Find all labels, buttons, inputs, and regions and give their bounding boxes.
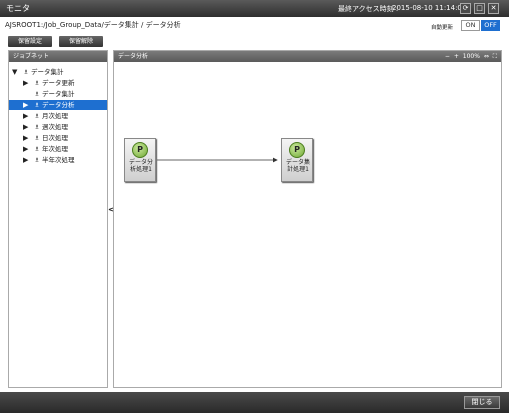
- jobnet-icon: ♗: [34, 79, 40, 87]
- tree-item[interactable]: ♗ データ集計: [9, 89, 107, 99]
- tree-item[interactable]: ▶ ♗ 年次処理: [9, 144, 107, 154]
- tree-item-label: データ集計: [42, 90, 75, 98]
- maximize-icon[interactable]: □: [474, 3, 485, 14]
- tree-item-label: 年次処理: [42, 145, 68, 153]
- auto-update-off-toggle[interactable]: OFF: [481, 20, 500, 31]
- hold-set-button[interactable]: 保留設定: [8, 36, 52, 47]
- diagram-canvas: [157, 157, 278, 163]
- hold-release-button[interactable]: 保留解除: [59, 36, 103, 47]
- job-node-label: データ集計処理1: [285, 159, 310, 173]
- diagram-title: データ分析: [118, 53, 149, 60]
- close-button[interactable]: 閉じる: [464, 396, 500, 409]
- unit-path: AJSROOT1:/Job_Group_Data/データ集計 / データ分析: [5, 21, 181, 29]
- tree-item[interactable]: ▶ ♗ 半年次処理: [9, 155, 107, 165]
- refresh-icon[interactable]: ⟳: [460, 3, 471, 14]
- window-titlebar: モニタ 最終アクセス時刻 : 2015-08-10 11:14:02 ⟳ □ ✕: [0, 0, 509, 17]
- jobnet-icon: ♗: [34, 134, 40, 142]
- tree-item[interactable]: ▼ ♗ データ集計: [9, 67, 107, 77]
- auto-update-on-toggle[interactable]: ON: [461, 20, 480, 31]
- jobnet-icon: ♗: [34, 123, 40, 131]
- jobnet-icon: ♗: [34, 145, 40, 153]
- tree-item-label: データ分析: [42, 101, 75, 109]
- jobnet-diagram-panel: データ分析 − + 100% ⇔ ⛶ P データ分析処理1 P データ集計処理1: [113, 50, 502, 388]
- expand-arrow-icon[interactable]: ▶: [23, 122, 28, 132]
- job-node-label: データ分析処理1: [128, 159, 153, 173]
- tree-item-label: 日次処理: [42, 134, 68, 142]
- fullscreen-icon[interactable]: ⛶: [493, 52, 497, 61]
- tree-item[interactable]: ▶ ♗ 日次処理: [9, 133, 107, 143]
- jobnet-icon: ♗: [34, 90, 40, 98]
- footer-bar: 閉じる: [0, 392, 509, 413]
- tree-item[interactable]: ▶ ♗ データ更新: [9, 78, 107, 88]
- job-node-data-aggregation[interactable]: P データ集計処理1: [281, 138, 313, 182]
- fit-icon[interactable]: ⇔: [484, 52, 489, 61]
- tree-item[interactable]: ▶ ♗ 週次処理: [9, 122, 107, 132]
- close-window-icon[interactable]: ✕: [488, 3, 499, 14]
- tree-item-label: データ集計: [31, 68, 64, 76]
- tree-item[interactable]: ▶ ♗ 月次処理: [9, 111, 107, 121]
- tree-item-label: 半年次処理: [42, 156, 75, 164]
- expand-arrow-icon[interactable]: ▶: [23, 133, 28, 143]
- last-access-label: 最終アクセス時刻 :: [338, 5, 399, 13]
- program-job-icon: P: [289, 142, 305, 158]
- expand-arrow-icon[interactable]: ▶: [23, 144, 28, 154]
- jobnet-tree-panel: ジョブネット ▼ ♗ データ集計 ▶ ♗ データ更新 ♗ データ集計 ▶ ♗ データ分析 ▶ ♗ 月次処理…: [8, 50, 108, 388]
- zoom-in-icon[interactable]: +: [454, 52, 459, 61]
- toolbar: 保留設定 保留解除: [0, 34, 509, 49]
- auto-update-label: 自動更新: [431, 25, 454, 31]
- expand-arrow-icon[interactable]: ▶: [23, 100, 28, 110]
- tree-item-label: 月次処理: [42, 112, 68, 120]
- jobnet-icon: ♗: [34, 156, 40, 164]
- expand-arrow-icon[interactable]: ▶: [23, 111, 28, 121]
- collapse-arrow-icon[interactable]: ▼: [12, 67, 17, 77]
- zoom-level: 100%: [462, 53, 480, 60]
- window-title: モニタ: [6, 4, 30, 13]
- jobnet-icon: ♗: [23, 68, 29, 76]
- jobnet-icon: ♗: [34, 112, 40, 120]
- zoom-out-icon[interactable]: −: [445, 52, 450, 61]
- jobnet-tree-header: ジョブネット: [9, 51, 107, 62]
- tree-item-label: データ更新: [42, 79, 75, 87]
- last-access-time: 2015-08-10 11:14:02: [392, 4, 467, 12]
- path-bar: AJSROOT1:/Job_Group_Data/データ集計 / データ分析 自…: [0, 17, 509, 34]
- zoom-tools: − + 100% ⇔ ⛶: [443, 52, 497, 61]
- jobnet-icon: ♗: [34, 101, 40, 109]
- program-job-icon: P: [132, 142, 148, 158]
- expand-arrow-icon[interactable]: ▶: [23, 155, 28, 165]
- expand-arrow-icon[interactable]: ▶: [23, 78, 28, 88]
- tree-item-label: 週次処理: [42, 123, 68, 131]
- job-node-data-analysis[interactable]: P データ分析処理1: [124, 138, 156, 182]
- tree-item[interactable]: ▶ ♗ データ分析: [9, 100, 107, 110]
